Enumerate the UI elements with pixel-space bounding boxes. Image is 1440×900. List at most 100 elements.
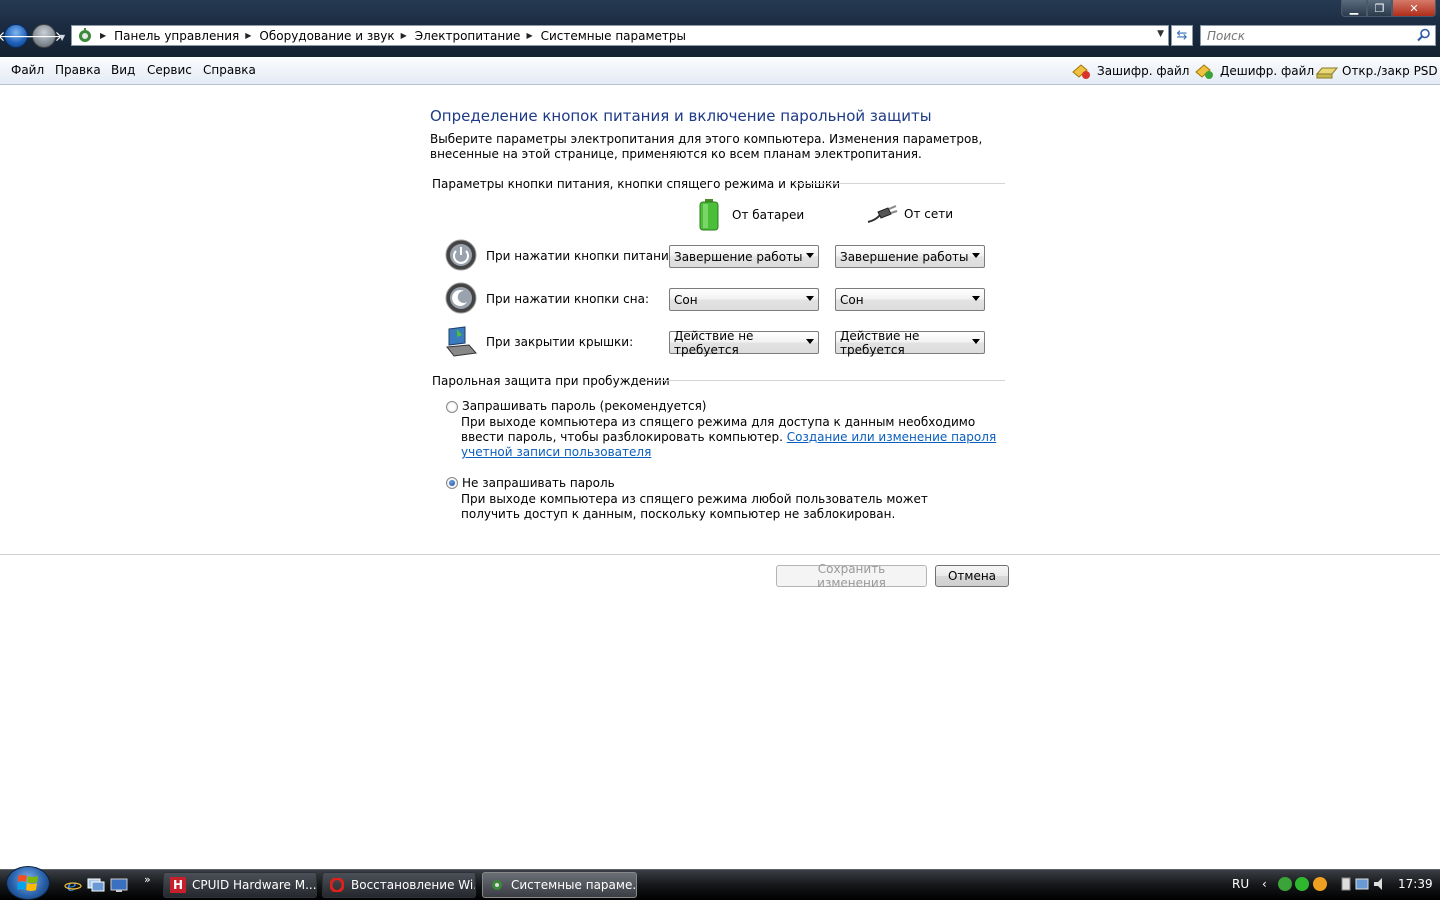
select-value: Сон — [840, 292, 864, 307]
cpuid-app-icon: H — [170, 877, 186, 893]
chevron-down-icon[interactable]: ▼ — [1157, 29, 1164, 39]
switch-windows-icon[interactable] — [87, 877, 105, 893]
page-title: Определение кнопок питания и включение п… — [430, 107, 932, 125]
utorrent-icon[interactable] — [1278, 877, 1292, 891]
ac-column-label: От сети — [904, 207, 954, 221]
tray-expand-icon[interactable]: ‹ — [1262, 877, 1267, 891]
sleep-button-battery-select[interactable]: Сон — [669, 288, 819, 311]
search-input[interactable] — [1201, 26, 1411, 45]
task-label: Восстановление Wi... — [351, 878, 476, 892]
breadcrumb-control-panel[interactable]: Панель управления — [114, 29, 239, 43]
address-bar[interactable]: ▶ Панель управления ▶ Оборудование и зву… — [71, 25, 1169, 46]
breadcrumb-hardware-sound[interactable]: Оборудование и звук — [259, 29, 394, 43]
no-password-radio[interactable] — [446, 477, 458, 489]
power-button-battery-select[interactable]: Завершение работы — [669, 245, 819, 268]
chevron-right-icon[interactable]: ▶ — [526, 31, 532, 40]
avast-icon[interactable] — [1313, 877, 1327, 891]
network-icon[interactable] — [1355, 878, 1369, 890]
menu-view[interactable]: Вид — [111, 63, 135, 77]
section-divider — [795, 183, 1005, 184]
require-password-description: При выходе компьютера из спящего режима … — [461, 415, 1001, 460]
refresh-icon: ⇆ — [1176, 28, 1188, 43]
language-indicator[interactable]: RU — [1232, 877, 1249, 891]
breadcrumb-power-options[interactable]: Электропитание — [415, 29, 521, 43]
sleep-button-icon — [445, 282, 477, 314]
task-system-settings[interactable]: Системные параме... — [482, 872, 637, 898]
lid-close-label: При закрытии крышки: — [486, 335, 634, 349]
lock-encrypt-icon — [1072, 64, 1090, 79]
require-password-radio[interactable] — [446, 401, 458, 413]
page-description: Выберите параметры электропитания для эт… — [430, 132, 983, 161]
title-bar: ▁ ❐ ✕ 🡐 🡒 ▼ ▶ Панель управления ▶ Оборуд… — [0, 0, 1440, 57]
chevron-down-icon — [806, 296, 814, 301]
menu-edit[interactable]: Правка — [55, 63, 101, 77]
refresh-button[interactable]: ⇆ — [1171, 25, 1193, 46]
select-value: Сон — [674, 292, 698, 307]
battery-tray-icon[interactable] — [1341, 877, 1351, 891]
lid-close-battery-select[interactable]: Действие не требуется — [669, 328, 819, 357]
battery-icon — [699, 199, 719, 231]
sleep-button-label: При нажатии кнопки сна: — [486, 292, 650, 306]
start-button[interactable] — [6, 866, 50, 900]
minimize-button[interactable]: ▁ — [1341, 0, 1367, 17]
select-value: Действие не требуется — [840, 328, 920, 357]
task-cpuid[interactable]: H CPUID Hardware M... — [163, 872, 317, 898]
tray-system-icons — [1341, 877, 1382, 891]
ac-column-header: От сети — [866, 204, 953, 224]
select-value: Действие не требуется — [674, 328, 754, 357]
menu-file[interactable]: Файл — [11, 63, 44, 77]
breadcrumb-system-settings[interactable]: Системные параметры — [541, 29, 686, 43]
select-value: Завершение работы — [840, 249, 969, 264]
chevron-down-icon — [806, 253, 814, 258]
opera-icon — [329, 877, 345, 893]
control-panel-icon — [76, 27, 94, 44]
power-plug-icon — [867, 205, 898, 223]
encrypt-file-button[interactable]: Зашифр. файл — [1071, 62, 1189, 80]
control-panel-icon — [489, 877, 505, 893]
password-section-title: Парольная защита при пробуждении — [432, 374, 670, 388]
search-box — [1200, 25, 1436, 46]
search-icon[interactable] — [1417, 28, 1431, 42]
no-password-label[interactable]: Не запрашивать пароль — [462, 476, 615, 490]
chevron-right-icon[interactable]: ▶ — [401, 31, 407, 40]
unlock-decrypt-icon — [1195, 64, 1213, 79]
windows-logo-icon — [17, 875, 38, 891]
volume-icon[interactable] — [1374, 878, 1382, 890]
quick-launch-more-icon[interactable]: » — [144, 873, 151, 886]
task-label: CPUID Hardware M... — [192, 878, 317, 892]
power-button-icon — [445, 239, 477, 271]
internet-explorer-icon[interactable]: e — [64, 877, 82, 893]
buttons-section-title: Параметры кнопки питания, кнопки спящего… — [432, 177, 841, 191]
decrypt-file-label: Дешифр. файл — [1220, 64, 1315, 78]
encrypt-file-label: Зашифр. файл — [1097, 64, 1190, 78]
chevron-down-icon — [806, 339, 814, 344]
sleep-button-ac-select[interactable]: Сон — [835, 288, 985, 311]
chevron-down-icon — [972, 339, 980, 344]
save-changes-button[interactable]: Сохранить изменения — [776, 562, 927, 590]
power-button-ac-select[interactable]: Завершение работы — [835, 245, 985, 268]
section-divider — [646, 380, 1005, 381]
menu-tools[interactable]: Сервис — [147, 63, 192, 77]
chevron-down-icon — [972, 296, 980, 301]
history-dropdown[interactable]: ▼ — [59, 33, 65, 42]
maximize-button[interactable]: ❐ — [1367, 0, 1392, 17]
decrypt-file-button[interactable]: Дешифр. файл — [1194, 62, 1314, 80]
power-button-label: При нажатии кнопки питания: — [486, 249, 681, 263]
close-button[interactable]: ✕ — [1392, 0, 1436, 17]
icq-icon[interactable] — [1295, 877, 1309, 891]
require-password-label[interactable]: Запрашивать пароль (рекомендуется) — [462, 399, 706, 413]
open-close-psd-button[interactable]: Откр./закр PSD — [1316, 62, 1438, 80]
chevron-right-icon[interactable]: ▶ — [100, 31, 106, 40]
clock[interactable]: 17:39 — [1398, 877, 1433, 891]
forward-button[interactable]: 🡒 — [25, 24, 63, 48]
menu-help[interactable]: Справка — [203, 63, 256, 77]
task-restore-windows[interactable]: Восстановление Wi... — [322, 872, 476, 898]
chevron-right-icon[interactable]: ▶ — [245, 31, 251, 40]
footer-divider — [0, 554, 1440, 555]
svg-text:e: e — [67, 877, 76, 893]
cancel-button[interactable]: Отмена — [935, 565, 1009, 587]
menu-bar: Файл Правка Вид Сервис Справка Зашифр. ф… — [0, 57, 1440, 85]
lid-close-ac-select[interactable]: Действие не требуется — [835, 328, 985, 357]
show-desktop-icon[interactable] — [110, 877, 128, 893]
task-label: Системные параме... — [511, 878, 637, 892]
